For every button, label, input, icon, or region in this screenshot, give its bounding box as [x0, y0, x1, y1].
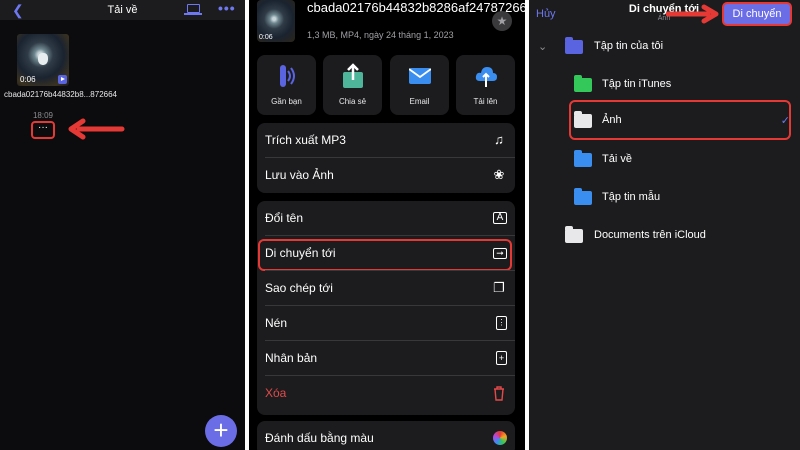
- menu-item-save-to-photos[interactable]: Lưu vào Ảnh ❀: [257, 158, 515, 193]
- folder-icon: [565, 37, 583, 54]
- action-group-file: Đổi tên A Di chuyển tới ➞ Sao chép tới ❐…: [257, 201, 515, 415]
- photos-folder-icon: [574, 111, 592, 128]
- folder-icloud-documents[interactable]: Documents trên iCloud: [529, 221, 800, 251]
- screenshot-root: ❮ Tải về ••• 0:06 cbada02176b44832b8...8…: [0, 0, 800, 450]
- trash-icon: [494, 386, 504, 401]
- add-button[interactable]: +: [205, 415, 237, 447]
- tile-label: Gần bạn: [271, 97, 302, 106]
- menu-item-label: Lưu vào Ảnh: [265, 168, 334, 182]
- folder-icon: [574, 188, 592, 205]
- menu-item-label: Nhân bản: [265, 351, 318, 365]
- move-folder-icon: ➞: [493, 248, 507, 259]
- zip-icon: ⋮: [496, 316, 507, 330]
- folder-icon: [574, 75, 592, 92]
- menu-item-color-tag[interactable]: Đánh dấu bằng màu: [257, 421, 515, 450]
- folder-downloads[interactable]: Tải về: [529, 145, 800, 175]
- tile-share[interactable]: Chia sẻ: [323, 55, 382, 115]
- folder-my-files[interactable]: ⌄ Tập tin của tôi: [529, 32, 800, 62]
- move-to-panel: Hủy Di chuyển tới Ảnh Di chuyển ⌄ Tập ti…: [529, 0, 800, 450]
- apple-logo-icon: [38, 53, 48, 65]
- video-duration: 0:06: [20, 75, 36, 84]
- menu-item-label: Xóa: [265, 386, 287, 400]
- star-icon[interactable]: ★: [492, 11, 512, 31]
- nav-bar: Hủy Di chuyển tới Ảnh Di chuyển: [529, 0, 800, 28]
- menu-item-label: Sao chép tới: [265, 281, 333, 295]
- menu-item-rename[interactable]: Đổi tên A: [257, 201, 515, 236]
- folder-label: Documents trên iCloud: [594, 229, 706, 241]
- file-title: cbada02176b44832b8286af247872664.mp4: [307, 0, 525, 15]
- music-note-icon: ♫: [494, 132, 504, 147]
- folder-icon: [574, 150, 592, 167]
- folder-itunes[interactable]: Tập tin iTunes: [529, 70, 800, 100]
- menu-item-copy-to[interactable]: Sao chép tới ❐: [257, 271, 515, 306]
- move-button[interactable]: Di chuyển: [722, 2, 792, 26]
- action-group-export: Trích xuất MP3 ♫ Lưu vào Ảnh ❀: [257, 123, 515, 193]
- page-title: Tải về: [107, 4, 138, 16]
- mail-icon: [409, 68, 431, 84]
- color-wheel-icon: [493, 431, 507, 445]
- folder-label: Tập tin của tôi: [594, 40, 664, 52]
- tile-label: Chia sẻ: [338, 97, 367, 106]
- red-arrow-annotation: [666, 4, 719, 24]
- ellipsis-icon[interactable]: •••: [218, 0, 236, 16]
- menu-item-label: Đổi tên: [265, 211, 304, 225]
- file-actions-panel: 0:06 cbada02176b44832b8286af247872664.mp…: [249, 0, 525, 450]
- folder-label: Tập tin mẫu: [602, 191, 661, 203]
- cloud-upload-icon: [475, 67, 497, 87]
- menu-item-compress[interactable]: Nén ⋮: [257, 306, 515, 341]
- tile-upload[interactable]: Tải lên: [456, 55, 515, 115]
- duplicate-icon: +: [496, 351, 507, 365]
- checkmark-icon: ✓: [780, 115, 790, 127]
- folder-photos[interactable]: Ảnh ✓: [529, 106, 800, 136]
- tile-label: Tải lên: [473, 97, 498, 106]
- video-thumbnail[interactable]: 0:06: [17, 34, 69, 86]
- photos-icon: ❀: [493, 167, 505, 182]
- menu-item-label: Nén: [265, 316, 288, 330]
- cancel-button[interactable]: Hủy: [536, 8, 556, 20]
- airdrop-icon: [280, 65, 295, 87]
- laptop-icon[interactable]: [184, 4, 202, 15]
- chevron-down-icon[interactable]: ⌄: [538, 40, 547, 53]
- menu-item-move-to[interactable]: Di chuyển tới ➞: [257, 236, 515, 271]
- file-name: cbada02176b44832b8...872664: [4, 90, 117, 99]
- menu-item-delete[interactable]: Xóa: [257, 376, 515, 411]
- folder-sample-files[interactable]: Tập tin mẫu: [529, 183, 800, 213]
- folder-label: Tải về: [602, 153, 632, 165]
- share-icon: [343, 63, 363, 88]
- file-options-button[interactable]: ···: [31, 121, 55, 139]
- rename-icon: A: [493, 212, 507, 224]
- tile-email[interactable]: Email: [390, 55, 449, 115]
- video-badge-icon: [58, 75, 67, 84]
- menu-item-label: Đánh dấu bằng màu: [265, 431, 374, 445]
- icloud-folder-icon: [565, 226, 583, 243]
- menu-item-label: Trích xuất MP3: [265, 133, 346, 147]
- copy-icon: ❐: [493, 280, 505, 295]
- folder-label: Ảnh: [602, 114, 622, 126]
- menu-item-duplicate[interactable]: Nhân bản +: [257, 341, 515, 376]
- file-meta: 1,3 MB, MP4, ngày 24 tháng 1, 2023: [307, 30, 454, 40]
- file-thumbnail: 0:06: [257, 0, 295, 42]
- share-tiles: Gần bạn Chia sẻ Email Tải lên: [257, 55, 525, 115]
- nav-bar: ❮ Tải về •••: [0, 0, 245, 20]
- menu-item-label: Di chuyển tới: [265, 246, 336, 260]
- tile-label: Email: [409, 97, 430, 106]
- folder-label: Tập tin iTunes: [602, 78, 672, 90]
- menu-item-extract-mp3[interactable]: Trích xuất MP3 ♫: [257, 123, 515, 158]
- red-arrow-annotation: [68, 118, 125, 140]
- action-group-tag: Đánh dấu bằng màu: [257, 421, 515, 450]
- downloads-panel: ❮ Tải về ••• 0:06 cbada02176b44832b8...8…: [0, 0, 245, 450]
- tile-airdrop[interactable]: Gần bạn: [257, 55, 316, 115]
- video-duration: 0:06: [259, 34, 273, 41]
